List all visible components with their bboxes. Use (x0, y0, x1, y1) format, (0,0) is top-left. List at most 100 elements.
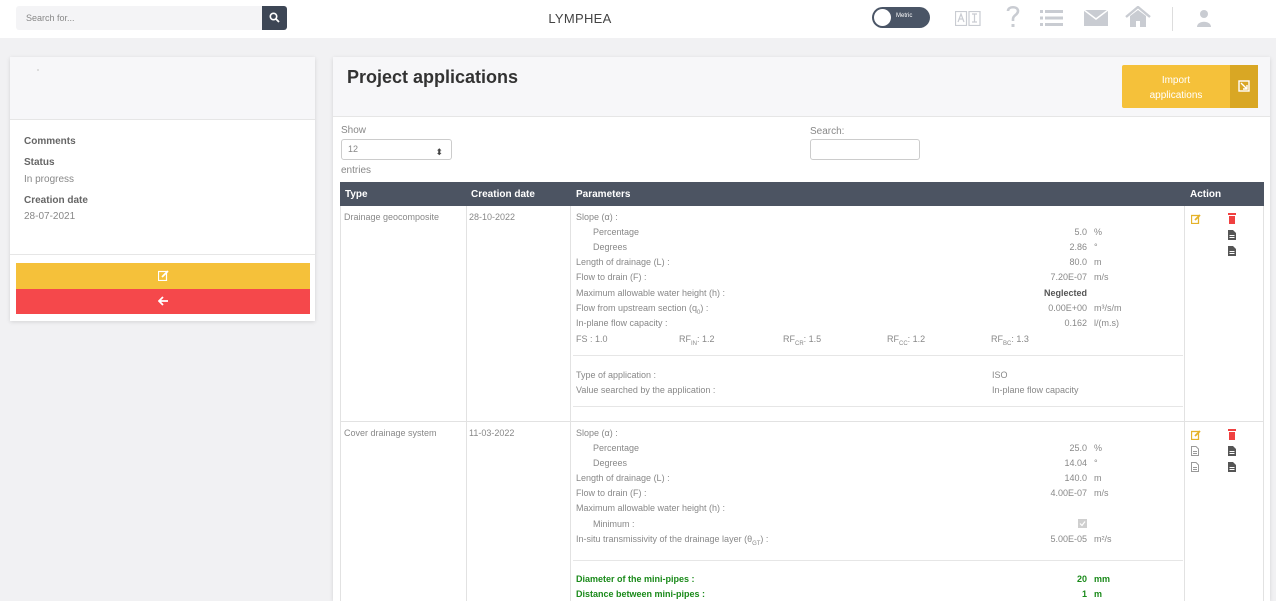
degrees-value: 14.04 (1064, 458, 1087, 468)
app-title: LYMPHEA (548, 11, 612, 26)
entries-select[interactable]: 12 ⬍ (341, 139, 452, 160)
diameter-value: 20 (1076, 574, 1087, 584)
document-icon[interactable] (1228, 246, 1236, 256)
col-header-type[interactable]: Type (345, 189, 368, 200)
rfcc-val: : 1.2 (907, 334, 926, 344)
inplane-label: In-plane flow capacity : (576, 318, 668, 328)
topbar-divider (1172, 7, 1173, 31)
percentage-value: 5.0 (1074, 227, 1087, 237)
applications-header: Project applications Import applications (333, 57, 1270, 117)
edit-icon[interactable] (1191, 214, 1201, 224)
rfcc-sub: CC (899, 340, 908, 347)
import-icon-wrap (1230, 65, 1258, 108)
show-label: Show (341, 125, 367, 136)
flow-label: Flow to drain (F) : (576, 488, 647, 498)
app-type-label: Type of application : (576, 370, 657, 380)
inplane-unit: l/(m.s) (1094, 318, 1119, 328)
delete-icon[interactable] (1228, 213, 1236, 224)
col-header-parameters[interactable]: Parameters (576, 189, 630, 200)
document-icon[interactable] (1228, 230, 1236, 240)
rfin-value: RFIN: 1.2 (679, 334, 715, 347)
col-header-action[interactable]: Action (1190, 189, 1221, 200)
edit-project-button[interactable] (16, 263, 310, 289)
header-dot (37, 69, 39, 71)
upstream-label-text: Flow from upstream section (q (576, 303, 698, 313)
dictionary-icon[interactable] (955, 11, 981, 26)
flow-value: 7.20E-07 (1050, 272, 1087, 282)
searched-label: Value searched by the application : (576, 385, 716, 395)
params-divider (573, 406, 1183, 407)
transmissivity-label-text: In-situ transmissivity of the drainage l… (576, 534, 753, 544)
delete-icon[interactable] (1228, 429, 1236, 440)
percentage-unit: % (1094, 443, 1103, 453)
home-icon[interactable] (1125, 6, 1151, 28)
select-caret-icon: ⬍ (435, 147, 443, 157)
comments-label: Comments (24, 136, 76, 147)
project-info-panel: Comments Status In progress Creation dat… (10, 57, 315, 321)
slope-label: Slope (α) : (576, 212, 618, 222)
panel-divider (10, 254, 315, 255)
upstream-value: 0.00E+00 (1048, 303, 1087, 313)
toggle-icon (874, 9, 891, 26)
top-bar: LYMPHEA Metric (0, 0, 1276, 38)
row-date: 28-10-2022 (469, 212, 516, 222)
max-height-label: Maximum allowable water height (h) : (576, 503, 726, 513)
edit-icon[interactable] (1191, 430, 1201, 440)
degrees-label: Degrees (593, 242, 628, 252)
minimum-checkbox[interactable] (1078, 519, 1087, 528)
import-applications-button[interactable]: Import applications (1122, 65, 1258, 108)
rfcc-value: RFCC: 1.2 (887, 334, 925, 347)
rfcr-sub: CR (795, 340, 804, 347)
rfin-val: : 1.2 (697, 334, 715, 344)
length-unit: m (1094, 257, 1102, 267)
unit-toggle[interactable]: Metric (872, 7, 930, 28)
col-header-creation-date[interactable]: Creation date (471, 189, 535, 200)
flow-label: Flow to drain (F) : (576, 272, 647, 282)
document-icon[interactable] (1228, 462, 1236, 472)
mail-icon[interactable] (1084, 10, 1108, 26)
rfcr-prefix: RF (783, 334, 795, 344)
import-label-line1: Import (1161, 75, 1191, 86)
edit-icon (158, 270, 169, 281)
applications-panel: Project applications Import applications… (333, 57, 1270, 601)
table-search-input[interactable] (810, 139, 920, 160)
percentage-label: Percentage (593, 227, 640, 237)
rfbc-value: RFBC: 1.3 (991, 334, 1029, 347)
upstream-label: Flow from upstream section (q0) : (576, 303, 708, 316)
list-icon[interactable] (1040, 9, 1063, 27)
rfcc-prefix: RF (887, 334, 899, 344)
flow-value: 4.00E-07 (1050, 488, 1087, 498)
transmissivity-label-end: ) : (760, 534, 769, 544)
length-unit: m (1094, 473, 1102, 483)
distance-unit: m (1094, 589, 1103, 599)
percentage-value: 25.0 (1069, 443, 1087, 453)
help-icon[interactable] (1005, 4, 1021, 30)
degrees-value: 2.86 (1069, 242, 1087, 252)
params-divider (573, 355, 1183, 356)
fs-value: FS : 1.0 (576, 334, 608, 344)
distance-label: Distance between mini-pipes : (576, 589, 706, 599)
import-icon (1238, 80, 1250, 92)
entries-label: entries (341, 165, 372, 176)
rfcr-val: : 1.5 (803, 334, 822, 344)
rfcr-value: RFCR: 1.5 (783, 334, 821, 347)
document-icon[interactable] (1191, 446, 1199, 456)
creation-date-value: 28-07-2021 (24, 211, 76, 222)
length-label: Length of drainage (L) : (576, 257, 670, 267)
diameter-unit: mm (1094, 574, 1111, 584)
rfbc-prefix: RF (991, 334, 1003, 344)
document-icon[interactable] (1228, 446, 1236, 456)
unit-toggle-label: Metric (896, 13, 913, 19)
app-type-value: ISO (992, 370, 1008, 380)
length-value: 80.0 (1069, 257, 1087, 267)
document-icon[interactable] (1191, 462, 1199, 472)
rfbc-val: : 1.3 (1011, 334, 1029, 344)
back-button[interactable] (16, 289, 310, 314)
col-divider (340, 206, 341, 601)
project-panel-header (10, 57, 315, 120)
user-icon[interactable] (1197, 9, 1211, 27)
rfin-prefix: RF (679, 334, 691, 344)
flow-unit: m/s (1094, 488, 1109, 498)
max-height-value: Neglected (1043, 288, 1087, 298)
row-divider (340, 421, 1264, 422)
